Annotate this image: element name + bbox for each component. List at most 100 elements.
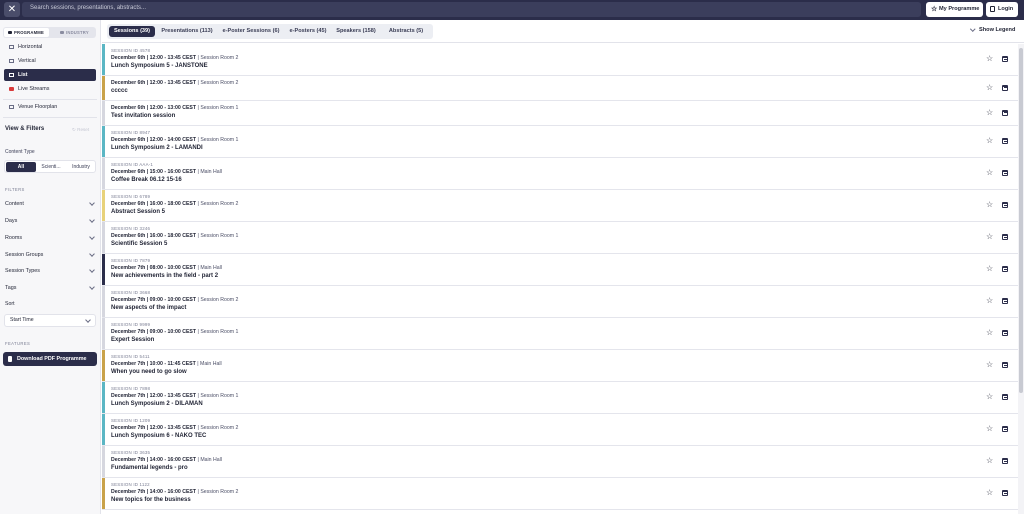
sidebar-item-list[interactable]: List xyxy=(4,69,96,81)
add-to-calendar-icon[interactable] xyxy=(1002,109,1008,116)
favorite-star-icon[interactable]: ☆ xyxy=(986,424,993,433)
add-to-calendar-icon[interactable] xyxy=(1002,84,1008,91)
session-row[interactable]: SESSION ID 8947 December 6th | 12:00 - 14… xyxy=(102,126,1018,158)
add-to-calendar-icon[interactable] xyxy=(1002,330,1008,336)
session-row[interactable]: December 6th | 12:00 - 13:00 CEST | Sess… xyxy=(102,101,1018,126)
sidebar-item-live-streams[interactable]: Live Streams xyxy=(4,83,96,95)
favorite-star-icon[interactable]: ☆ xyxy=(986,328,993,337)
session-title[interactable]: New aspects of the impact xyxy=(111,305,186,311)
session-datetime-room: December 7th | 10:00 - 11:45 CEST | Main… xyxy=(111,361,222,367)
close-button[interactable]: ✕ xyxy=(4,2,20,17)
session-title[interactable]: Lunch Symposium 2 - DILAMAN xyxy=(111,401,203,407)
search-input[interactable]: Search sessions, presentations, abstract… xyxy=(22,2,921,17)
session-title[interactable]: Lunch Symposium 6 - NAKO TEC xyxy=(111,433,206,439)
tab-e-posters[interactable]: e-Posters (45) xyxy=(287,26,329,37)
session-title[interactable]: Abstract Session 5 xyxy=(111,209,165,215)
tab-e-poster-sessions[interactable]: e-Poster Sessions (6) xyxy=(219,26,283,37)
favorite-star-icon[interactable]: ☆ xyxy=(986,392,993,401)
tab-programme[interactable]: PROGRAMME xyxy=(4,28,49,37)
add-to-calendar-icon[interactable] xyxy=(1002,138,1008,144)
add-to-calendar-icon[interactable] xyxy=(1002,56,1008,62)
show-legend-toggle[interactable]: Show Legend xyxy=(970,26,1015,33)
sort-select[interactable]: Start Time xyxy=(4,314,96,327)
session-id: SESSION ID 3246 xyxy=(111,226,151,231)
favorite-star-icon[interactable]: ☆ xyxy=(986,136,993,145)
favorite-star-icon[interactable]: ☆ xyxy=(986,108,993,117)
session-datetime-room: December 7th | 09:00 - 10:00 CEST | Sess… xyxy=(111,297,238,303)
sidebar-item-vertical[interactable]: Vertical xyxy=(4,55,96,67)
view-filters-title: View & Filters xyxy=(5,126,45,132)
favorite-star-icon[interactable]: ☆ xyxy=(986,488,993,497)
content-type-industry[interactable]: Industry xyxy=(66,162,96,172)
filter-session-types[interactable]: Session Types xyxy=(5,266,96,276)
session-row[interactable]: SESSION ID 5411 December 7th | 10:00 - 11… xyxy=(102,350,1018,382)
add-to-calendar-icon[interactable] xyxy=(1002,426,1008,432)
tab-speakers[interactable]: Speakers (158) xyxy=(333,26,379,37)
session-title[interactable]: Expert Session xyxy=(111,337,154,343)
scrollbar[interactable] xyxy=(1018,44,1024,514)
favorite-star-icon[interactable]: ☆ xyxy=(986,360,993,369)
session-row[interactable]: SESSION ID 3635 December 7th | 14:00 - 16… xyxy=(102,446,1018,478)
session-row[interactable]: December 6th | 12:00 - 13:45 CEST | Sess… xyxy=(102,76,1018,101)
add-to-calendar-icon[interactable] xyxy=(1002,362,1008,368)
session-title[interactable]: Test invitation session xyxy=(111,113,175,119)
session-title[interactable]: New achievements in the field - part 2 xyxy=(111,273,218,279)
favorite-star-icon[interactable]: ☆ xyxy=(986,264,993,273)
my-programme-button[interactable]: ☆ My Programme xyxy=(926,2,983,17)
session-row[interactable]: SESSION ID 9999 December 7th | 09:00 - 10… xyxy=(102,318,1018,350)
session-title[interactable]: Scientific Session 5 xyxy=(111,241,167,247)
tab-abstracts[interactable]: Abstracts (5) xyxy=(383,26,429,37)
session-title[interactable]: Lunch Symposium 2 - LAMANDI xyxy=(111,145,203,151)
session-type-color-bar xyxy=(102,126,105,157)
login-button[interactable]: Login xyxy=(986,2,1018,17)
filter-content[interactable]: Content xyxy=(5,199,96,209)
filter-rooms[interactable]: Rooms xyxy=(5,233,96,243)
add-to-calendar-icon[interactable] xyxy=(1002,490,1008,496)
content-type-all[interactable]: All xyxy=(6,162,36,172)
session-row[interactable]: SESSION ID 1122 December 7th | 14:00 - 16… xyxy=(102,478,1018,510)
session-datetime: December 6th | 16:00 - 18:00 CEST xyxy=(111,201,197,207)
add-to-calendar-icon[interactable] xyxy=(1002,298,1008,304)
content-type-scientific[interactable]: Scienti... xyxy=(36,162,66,172)
favorite-star-icon[interactable]: ☆ xyxy=(986,83,993,92)
tab-industry[interactable]: INDUSTRY xyxy=(57,28,89,37)
favorite-star-icon[interactable]: ☆ xyxy=(986,296,993,305)
favorite-star-icon[interactable]: ☆ xyxy=(986,456,993,465)
add-to-calendar-icon[interactable] xyxy=(1002,170,1008,176)
session-row[interactable]: SESSION ID 4578 December 6th | 12:00 - 13… xyxy=(102,44,1018,76)
favorite-star-icon[interactable]: ☆ xyxy=(986,168,993,177)
session-title[interactable]: Coffee Break 06.12 15-16 xyxy=(111,177,182,183)
session-row[interactable]: SESSION ID 3668 December 7th | 09:00 - 10… xyxy=(102,286,1018,318)
sidebar-item-horizontal[interactable]: Horizontal xyxy=(4,41,96,53)
session-title[interactable]: Lunch Symposium 5 - JANSTONE xyxy=(111,63,208,69)
reset-button[interactable]: ↻ Reset xyxy=(72,127,89,133)
tab-presentations[interactable]: Presentations (113) xyxy=(158,26,216,37)
tab-sessions[interactable]: Sessions (39) xyxy=(109,26,155,37)
session-row[interactable]: SESSION ID AAA-1 December 6th | 15:00 - 1… xyxy=(102,158,1018,190)
add-to-calendar-icon[interactable] xyxy=(1002,234,1008,240)
session-row[interactable]: SESSION ID 7898 December 7th | 12:00 - 13… xyxy=(102,382,1018,414)
scrollbar-thumb[interactable] xyxy=(1019,48,1023,393)
session-row[interactable]: SESSION ID 7879 December 7th | 08:00 - 10… xyxy=(102,254,1018,286)
filter-session-groups[interactable]: Session Groups xyxy=(5,250,96,260)
session-title[interactable]: ccccc xyxy=(111,88,128,94)
add-to-calendar-icon[interactable] xyxy=(1002,394,1008,400)
download-pdf-button[interactable]: Download PDF Programme xyxy=(3,352,97,366)
favorite-star-icon[interactable]: ☆ xyxy=(986,232,993,241)
session-row[interactable]: SESSION ID 1209 December 7th | 12:00 - 13… xyxy=(102,414,1018,446)
session-title[interactable]: Fundamental legends - pro xyxy=(111,465,188,471)
session-title[interactable]: New topics for the business xyxy=(111,497,191,503)
sidebar-item-venue-floorplan[interactable]: Venue Floorplan xyxy=(4,101,96,113)
session-title[interactable]: When you need to go slow xyxy=(111,369,187,375)
filter-days[interactable]: Days xyxy=(5,216,96,226)
favorite-star-icon[interactable]: ☆ xyxy=(986,200,993,209)
session-datetime: December 7th | 10:00 - 11:45 CEST xyxy=(111,361,196,367)
add-to-calendar-icon[interactable] xyxy=(1002,458,1008,464)
filter-tags[interactable]: Tags xyxy=(5,283,96,293)
add-to-calendar-icon[interactable] xyxy=(1002,266,1008,272)
session-row[interactable]: SESSION ID 3246 December 6th | 16:00 - 18… xyxy=(102,222,1018,254)
session-row[interactable]: SESSION ID 6789 December 6th | 16:00 - 18… xyxy=(102,190,1018,222)
favorite-star-icon[interactable]: ☆ xyxy=(986,54,993,63)
session-datetime-room: December 7th | 12:00 - 13:45 CEST | Sess… xyxy=(111,393,238,399)
add-to-calendar-icon[interactable] xyxy=(1002,202,1008,208)
